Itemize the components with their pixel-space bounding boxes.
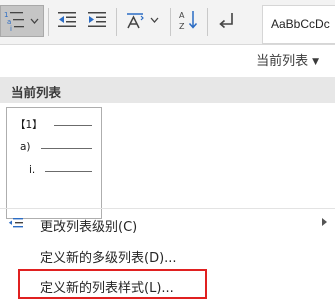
- menu-divider: [0, 208, 335, 209]
- list-level-3-line: [45, 171, 92, 172]
- increase-indent-icon: [88, 12, 106, 27]
- section-header-title: 当前列表: [11, 85, 62, 100]
- menu-item-label: 定义新的多级列表(D)...: [40, 251, 177, 266]
- decrease-indent-icon: [58, 12, 76, 27]
- show-hide-marks-button[interactable]: [213, 5, 241, 37]
- svg-text:Z: Z: [179, 22, 185, 31]
- caret-down-icon: ▼: [312, 57, 319, 67]
- list-level-1-label: 【1】: [15, 119, 43, 131]
- ribbon-separator: [170, 8, 171, 36]
- chinese-layout-icon: [127, 13, 159, 29]
- svg-text:A: A: [179, 11, 185, 20]
- list-filter-label: 当前列表: [256, 54, 309, 69]
- menu-item-change-list-level[interactable]: 更改列表级别(C): [0, 211, 335, 237]
- list-level-3-label: i.: [29, 164, 36, 176]
- chevron-right-icon: [322, 218, 327, 226]
- sort-icon: A Z: [179, 11, 198, 31]
- highlight-annotation-box: [18, 269, 207, 299]
- multilevel-list-dropdown: 当前列表 ▼ 当前列表 【1】 a) i. 更改列表级别(C) 定义新的多级列表(…: [0, 44, 335, 306]
- menu-item-label: 更改列表级别(C): [40, 220, 138, 235]
- change-list-level-icon: [8, 218, 23, 228]
- menu-item-define-multilevel-list[interactable]: 定义新的多级列表(D)...: [0, 242, 335, 268]
- section-header-current-list: 当前列表: [0, 77, 335, 103]
- ribbon-separator: [207, 8, 208, 36]
- list-level-2-line: [41, 148, 92, 149]
- current-list-thumbnail[interactable]: 【1】 a) i.: [6, 107, 102, 219]
- list-filter-dropdown[interactable]: 当前列表 ▼: [256, 50, 319, 69]
- ribbon-separator: [116, 8, 117, 36]
- multilevel-list-icon: 1 a i: [4, 11, 39, 33]
- increase-indent-button[interactable]: [84, 5, 110, 37]
- chinese-layout-button[interactable]: [122, 5, 164, 37]
- paragraph-mark-icon: [219, 13, 233, 29]
- multilevel-list-button[interactable]: 1 a i: [0, 5, 44, 37]
- sort-button[interactable]: A Z: [176, 5, 202, 37]
- svg-text:i: i: [10, 25, 12, 33]
- ribbon-paragraph-group: 1 a i A Z AaBbCcDc: [0, 0, 335, 44]
- ribbon-separator: [48, 8, 49, 36]
- list-level-1-line: [54, 125, 92, 126]
- decrease-indent-button[interactable]: [54, 5, 80, 37]
- style-gallery-normal[interactable]: AaBbCcDc: [262, 5, 335, 44]
- list-level-2-label: a): [20, 141, 31, 153]
- style-preview-text: AaBbCcDc: [271, 17, 330, 31]
